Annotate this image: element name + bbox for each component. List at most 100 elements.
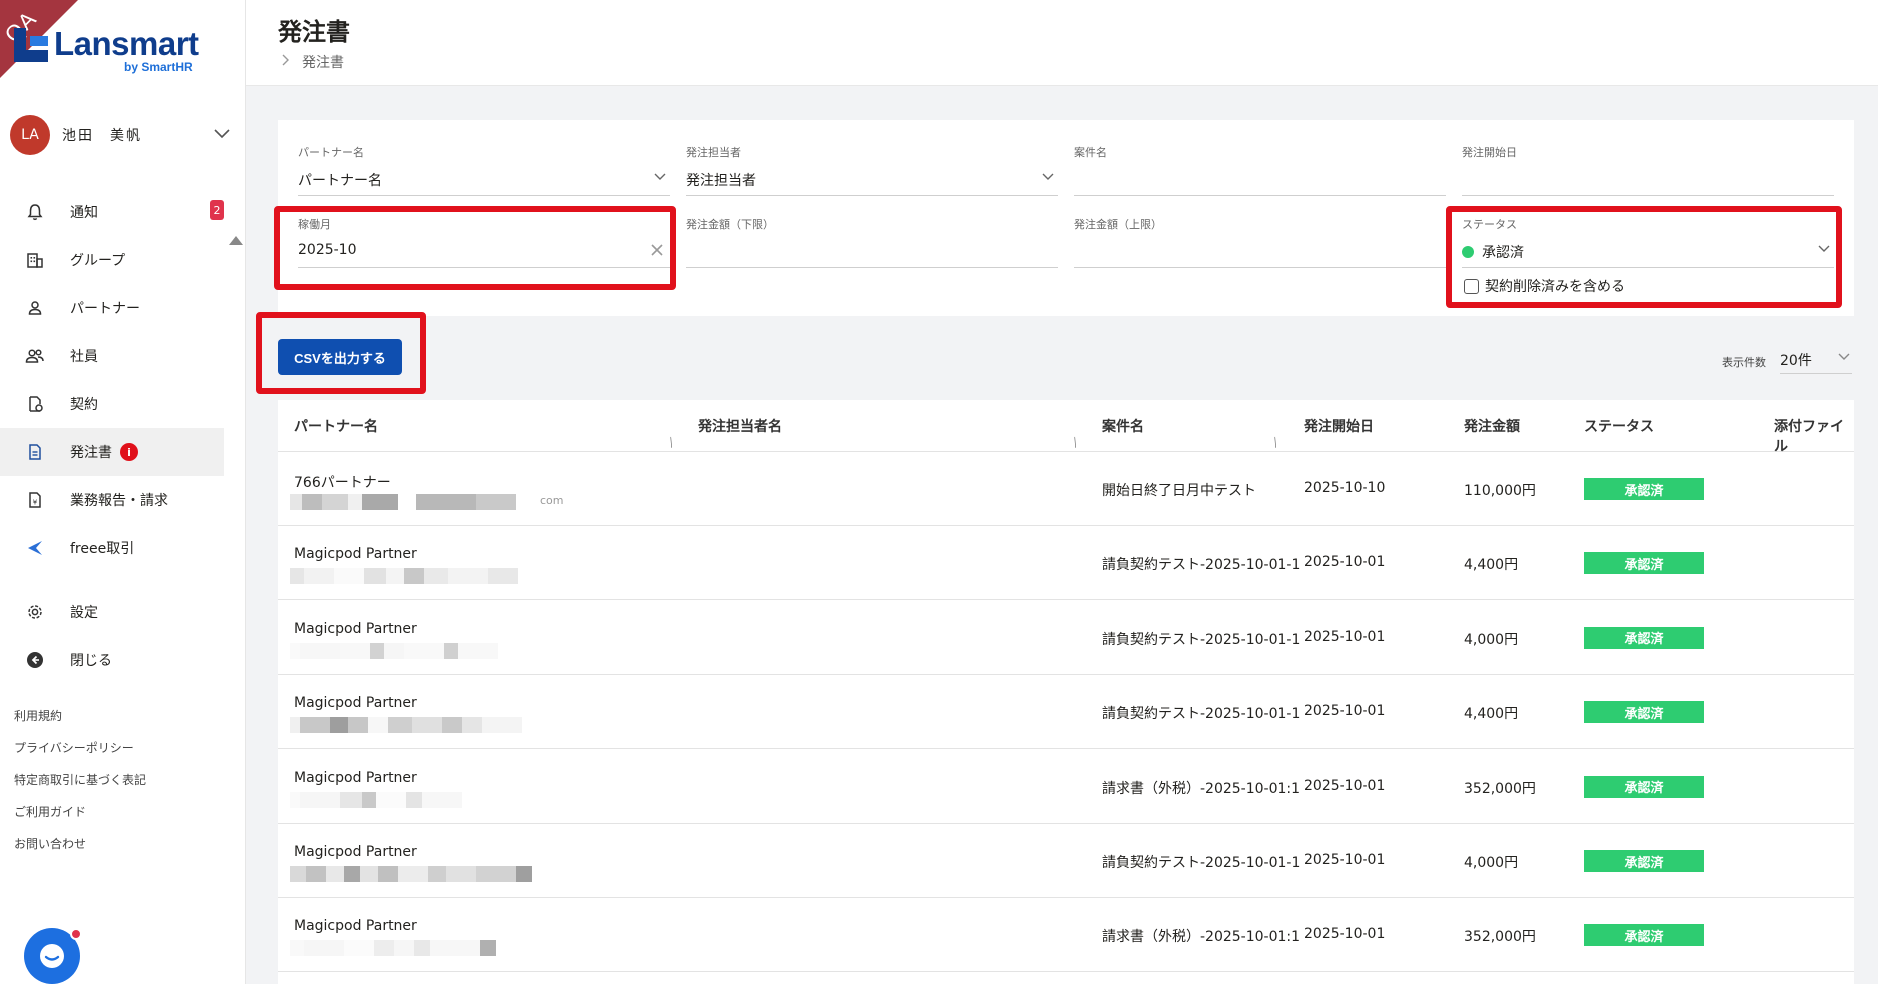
per-page-label: 表示件数 [1722, 356, 1766, 369]
breadcrumb: 発注書 [282, 52, 344, 72]
column-resize-handle[interactable]: ⟋ [1268, 435, 1283, 450]
sidebar-item-settings[interactable]: 設定 [0, 588, 224, 636]
breadcrumb-item[interactable]: 発注書 [302, 52, 344, 72]
per-page-select[interactable]: 20件 [1780, 350, 1852, 374]
purchase-orders-table: パートナー名 ⟋ 発注担当者名 ⟋ 案件名 ⟋ 発注開始日 発注金額 ステータス… [278, 400, 1854, 984]
redacted-email [290, 568, 518, 585]
column-header-status[interactable]: ステータス [1584, 416, 1654, 436]
guide-link[interactable]: ご利用ガイド [14, 796, 146, 828]
bell-icon [24, 201, 46, 223]
freee-icon [24, 537, 46, 559]
sidebar-item-freee[interactable]: freee取引 [0, 524, 224, 572]
amount-min-filter[interactable]: 発注金額（下限） [686, 216, 1058, 268]
field-label: 稼働月 [298, 218, 331, 231]
column-header-partner[interactable]: パートナー名 [294, 416, 378, 436]
start-date: 2025-10-01 [1304, 926, 1386, 943]
info-badge-icon: i [120, 443, 138, 461]
terms-link[interactable]: 利用規約 [14, 700, 146, 732]
sidebar-item-groups[interactable]: グループ [0, 236, 224, 284]
commerce-law-link[interactable]: 特定商取引に基づく表記 [14, 764, 146, 796]
partner-select[interactable]: パートナー名 [298, 170, 382, 190]
table-row[interactable]: 766パートナー com 開始日終了日月中テスト 2025-10-10 110,000円… [278, 452, 1854, 526]
sidebar-item-collapse[interactable]: 閉じる [0, 636, 224, 684]
status-badge: 承認済 [1584, 478, 1704, 500]
project-name: 請負契約テスト-2025-10-01-1 [1102, 855, 1301, 871]
privacy-link[interactable]: プライバシーポリシー [14, 732, 146, 764]
column-resize-handle[interactable]: ⟋ [1068, 435, 1083, 450]
start-date: 2025-10-10 [1304, 480, 1386, 496]
sidebar-item-label: freee取引 [70, 541, 135, 557]
scroll-up-arrow-icon[interactable] [229, 236, 243, 245]
project-name: 請求書（外税）-2025-10-01:1 [1102, 929, 1301, 946]
sidebar-item-label: パートナー [70, 301, 140, 317]
sidebar-nav: 通知 2 グループ パートナー 社員 契約 発注書 i ¥ 業務報告・請求 fr… [0, 188, 224, 684]
column-header-amount[interactable]: 発注金額 [1464, 416, 1520, 436]
column-resize-handle[interactable]: ⟋ [664, 435, 679, 450]
order-amount: 4,400円 [1464, 557, 1519, 574]
partner-name: Magicpod Partner [294, 918, 417, 935]
chevron-down-icon[interactable] [654, 170, 666, 185]
contact-link[interactable]: お問い合わせ [14, 828, 146, 860]
sidebar-item-partners[interactable]: パートナー [0, 284, 224, 332]
logo-mark-icon [14, 28, 48, 62]
redacted-email [290, 866, 532, 882]
partner-name: 766パートナー [294, 475, 391, 491]
field-label: 発注開始日 [1462, 146, 1517, 159]
include-deleted-checkbox[interactable] [1464, 278, 1479, 294]
status-select[interactable]: 承認済 [1462, 242, 1524, 262]
table-row[interactable]: Magicpod Partner 請負契約テスト-2025-10-01-1 2025… [278, 675, 1854, 750]
project-name: 請求書（外税）-2025-10-01:1 [1102, 780, 1301, 797]
chevron-down-icon[interactable] [1818, 242, 1830, 257]
status-filter[interactable]: ステータス 承認済 [1462, 216, 1834, 268]
column-header-start-date[interactable]: 発注開始日 [1304, 416, 1374, 436]
work-month-input[interactable]: 2025-10 [298, 242, 357, 258]
table-row[interactable]: Magicpod Partner 請負契約テスト-2025-10-01-1 2025… [278, 824, 1854, 898]
start-date: 2025-10-01 [1304, 852, 1386, 868]
column-header-manager[interactable]: 発注担当者名 [698, 416, 782, 436]
user-menu[interactable]: LA 池田 美帆 [10, 114, 230, 156]
include-deleted-label: 契約削除済みを含める [1485, 279, 1625, 295]
include-deleted-option[interactable]: 契約削除済みを含める [1464, 276, 1625, 296]
chat-support-button[interactable] [24, 928, 82, 984]
manager-filter[interactable]: 発注担当者 発注担当者 [686, 144, 1058, 196]
partner-name: Magicpod Partner [294, 620, 417, 637]
app-logo[interactable]: Lansmart [14, 26, 199, 62]
project-name: 請負契約テスト-2025-10-01-1 [1102, 631, 1301, 648]
status-badge: 承認済 [1584, 850, 1704, 872]
start-date: 2025-10-01 [1304, 777, 1386, 794]
person-icon [24, 297, 46, 319]
partner-filter[interactable]: パートナー名 パートナー名 [298, 144, 670, 196]
order-amount: 4,400円 [1464, 706, 1519, 723]
column-header-attachment[interactable]: 添付ファイル [1774, 416, 1854, 456]
partner-name: Magicpod Partner [294, 695, 417, 712]
sidebar-item-employees[interactable]: 社員 [0, 332, 224, 380]
table-row[interactable]: Magicpod Partner 請求書（外税）-2025-10-01:1 2025… [278, 898, 1854, 973]
table-row[interactable]: Magicpod Partner 請負契約テスト-2025-10-01-1 2025… [278, 526, 1854, 601]
sidebar-item-purchase-orders[interactable]: 発注書 i [0, 428, 224, 476]
column-header-project[interactable]: 案件名 [1102, 416, 1144, 436]
chevron-down-icon[interactable] [214, 124, 230, 143]
field-label: 発注金額（上限） [1074, 218, 1162, 231]
table-row[interactable]: Magicpod Partner 請負契約テスト-2025-10-01-1 2025… [278, 601, 1854, 675]
invoice-icon: ¥ [24, 489, 46, 511]
partner-name: Magicpod Partner [294, 844, 417, 860]
work-month-filter[interactable]: 稼働月 2025-10 [298, 216, 670, 268]
project-filter[interactable]: 案件名 [1074, 144, 1446, 196]
manager-select[interactable]: 発注担当者 [686, 170, 756, 190]
order-amount: 110,000円 [1464, 483, 1536, 499]
chevron-down-icon[interactable] [1042, 170, 1054, 185]
clear-icon[interactable] [650, 242, 664, 261]
table-row[interactable]: Magicpod Partner 請求書（外税）-2025-10-01:1 2025… [278, 750, 1854, 824]
chevron-down-icon [1838, 350, 1850, 364]
per-page-control: 表示件数 20件 [1722, 350, 1852, 374]
start-date-filter[interactable]: 発注開始日 [1462, 144, 1834, 196]
avatar: LA [10, 115, 50, 155]
amount-max-filter[interactable]: 発注金額（上限） [1074, 216, 1446, 268]
sidebar-item-notifications[interactable]: 通知 2 [0, 188, 224, 236]
sidebar-item-contracts[interactable]: 契約 [0, 380, 224, 428]
partner-name: Magicpod Partner [294, 769, 417, 786]
status-badge: 承認済 [1584, 775, 1704, 798]
sidebar-item-reports[interactable]: ¥ 業務報告・請求 [0, 476, 224, 524]
export-csv-button[interactable]: CSVを出力する [278, 339, 402, 375]
partner-name: Magicpod Partner [294, 546, 417, 563]
